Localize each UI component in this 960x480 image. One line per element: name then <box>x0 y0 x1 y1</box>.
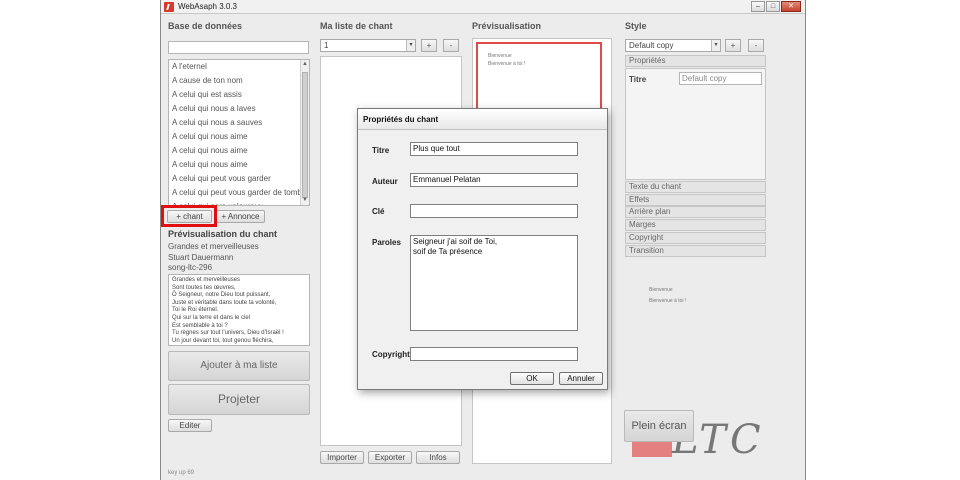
dialog-copyright-input[interactable] <box>410 347 578 361</box>
song-preview-title: Prévisualisation du chant <box>168 229 278 239</box>
remove-style-button[interactable]: - <box>748 39 764 52</box>
song-list-item[interactable]: A celui qui est assis <box>169 88 309 102</box>
edit-button[interactable]: Editer <box>168 419 212 432</box>
database-search-input[interactable] <box>168 41 309 54</box>
song-items: A l'eternel A cause de ton nom A celui qui… <box>169 60 309 205</box>
project-button[interactable]: Projeter <box>168 384 310 415</box>
style-select[interactable]: Default copy ▾ <box>625 39 721 52</box>
song-list-scrollbar[interactable]: ▲ ▼ <box>300 60 309 205</box>
chevron-down-icon[interactable]: ▾ <box>406 40 415 51</box>
song-list-item[interactable]: A celui qui nous a laves <box>169 102 309 116</box>
dialog-auteur-label: Auteur <box>372 177 398 186</box>
preview-title: Prévisualisation <box>472 21 542 31</box>
style-section-1[interactable]: Effets <box>625 193 766 206</box>
add-to-list-button[interactable]: Ajouter à ma liste <box>168 351 310 381</box>
song-list-item[interactable]: A celui qui nous aime <box>169 144 309 158</box>
close-window-button[interactable]: ✕ <box>781 1 801 12</box>
my-list-title: Ma liste de chant <box>320 21 393 31</box>
add-list-button[interactable]: + <box>421 39 437 52</box>
app-logo-icon <box>164 2 174 12</box>
song-properties-dialog: Propriétés du chant Titre Plus que tout … <box>357 108 608 390</box>
maximize-button[interactable]: □ <box>766 1 780 12</box>
style-select-value: Default copy <box>629 41 674 50</box>
database-title: Base de données <box>168 21 243 31</box>
song-title-text: Grandes et merveilleuses <box>168 242 259 251</box>
song-list[interactable]: A l'eternel A cause de ton nom A celui qui… <box>168 59 310 206</box>
dialog-cle-label: Clé <box>372 207 385 216</box>
chevron-down-icon[interactable]: ▾ <box>711 40 720 51</box>
window-title: WebAsaph 3.0.3 <box>178 2 238 11</box>
list-select[interactable]: 1 ▾ <box>320 39 416 52</box>
scroll-thumb[interactable] <box>302 72 308 198</box>
scroll-up-icon[interactable]: ▲ <box>301 60 309 69</box>
dialog-title: Propriétés du chant <box>358 109 607 130</box>
info-button[interactable]: Infos <box>416 451 460 464</box>
import-button[interactable]: Importer <box>320 451 364 464</box>
dialog-copyright-label: Copyright <box>372 350 410 359</box>
properties-section-header[interactable]: Propriétés <box>625 55 766 67</box>
dialog-cle-input[interactable] <box>410 204 578 218</box>
logo-accent <box>632 441 672 457</box>
list-select-value: 1 <box>324 41 329 50</box>
minimize-button[interactable]: – <box>751 1 765 12</box>
slide-line-2: Bienvenue à toi ! <box>488 61 526 67</box>
song-list-item[interactable]: A celui qui peut vous garder <box>169 172 309 186</box>
output-area: Bienvenue Bienvenue à toi ! <box>625 263 766 403</box>
highlight-box <box>161 205 217 227</box>
style-section-0[interactable]: Texte du chant <box>625 181 766 193</box>
status-text: key up 69 <box>168 470 195 476</box>
song-list-item[interactable]: A celui qui peut vous garder de tombe <box>169 186 309 200</box>
dialog-auteur-input[interactable]: Emmanuel Pelatan <box>410 173 578 187</box>
dialog-titre-input[interactable]: Plus que tout <box>410 142 578 156</box>
export-button[interactable]: Exporter <box>368 451 412 464</box>
add-announce-button[interactable]: + Annonce <box>216 210 265 223</box>
current-slide-preview[interactable]: Bienvenue Bienvenue à toi ! <box>476 42 602 116</box>
song-list-item[interactable]: A celui qui nous aime <box>169 130 309 144</box>
output-line-1: Bienvenue <box>649 287 673 293</box>
song-list-item[interactable]: A celui qui nous aime <box>169 158 309 172</box>
scroll-down-icon[interactable]: ▼ <box>301 196 309 205</box>
style-title: Style <box>625 21 647 31</box>
window-controls: – □ ✕ <box>751 1 801 12</box>
style-section-2[interactable]: Arrière plan <box>625 206 766 219</box>
song-list-item[interactable]: A cause de ton nom <box>169 74 309 88</box>
song-list-item[interactable]: A celui qui nous a sauves <box>169 116 309 130</box>
song-lyrics-preview: Grandes et merveilleuses Sont toutes tes… <box>168 274 310 346</box>
style-section-5[interactable]: Transition <box>625 244 766 257</box>
song-list-item[interactable]: A l'eternel <box>169 60 309 74</box>
style-section-3[interactable]: Marges <box>625 219 766 232</box>
add-style-button[interactable]: + <box>725 39 741 52</box>
dialog-paroles-textarea[interactable]: Seigneur j'ai soif de Toi, soif de Ta pr… <box>410 235 578 331</box>
ok-button[interactable]: OK <box>510 372 554 385</box>
dialog-paroles-label: Paroles <box>372 238 401 247</box>
fullscreen-button[interactable]: Plein écran <box>624 410 694 442</box>
style-title-label: Titre <box>629 75 647 84</box>
output-line-2: Bienvenue à toi ! <box>649 298 687 304</box>
song-author-text: Stuart Dauermann <box>168 253 234 262</box>
slide-line-1: Bienvenue <box>488 53 512 59</box>
remove-list-button[interactable]: - <box>443 39 459 52</box>
song-ref-text: song-ltc-296 <box>168 263 213 272</box>
style-title-input[interactable]: Default copy <box>679 72 762 85</box>
title-bar: WebAsaph 3.0.3 – □ ✕ <box>161 0 805 14</box>
style-section-4[interactable]: Copyright <box>625 231 766 244</box>
dialog-titre-label: Titre <box>372 146 390 155</box>
cancel-button[interactable]: Annuler <box>559 372 603 385</box>
